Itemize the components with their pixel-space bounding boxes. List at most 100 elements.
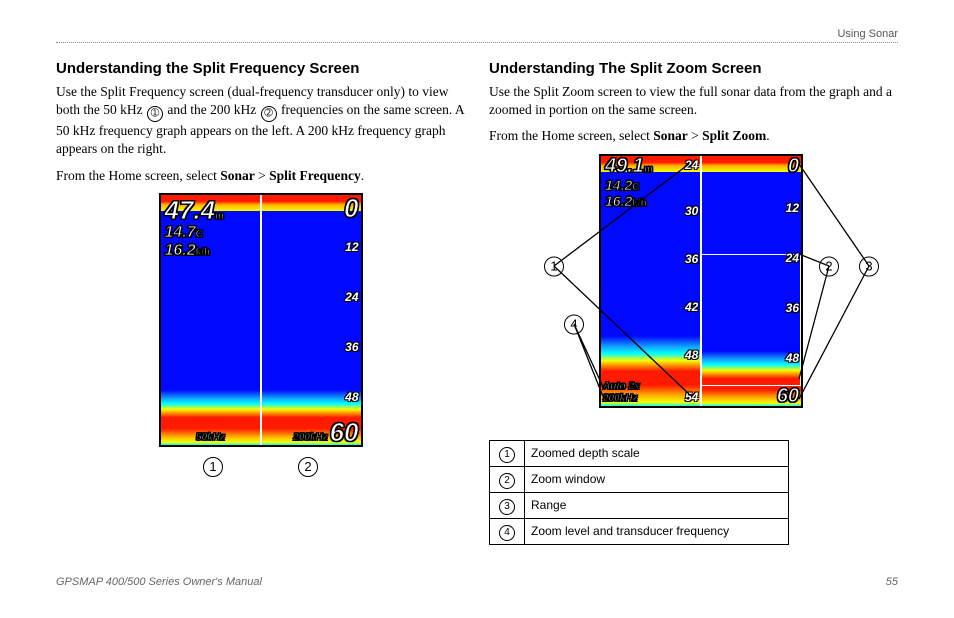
callout-number: 2 [819, 256, 839, 276]
legend-table: 1 Zoomed depth scale 2 Zoom window 3 Ran… [489, 440, 789, 545]
depth-reading: 49.1m [605, 156, 653, 176]
text: > [255, 168, 269, 183]
left-freq-label: 50kHz [196, 433, 225, 443]
legend-text: Range [525, 492, 789, 518]
right-nav-path: From the Home screen, select Sonar > Spl… [489, 127, 898, 145]
depth-tick: 48 [786, 351, 799, 365]
depth-reading: 47.4m [165, 197, 225, 223]
left-tick: 36 [685, 252, 698, 266]
table-row: 4 Zoom level and transducer frequency [490, 518, 789, 544]
legend-text: Zoom window [525, 466, 789, 492]
menu-sonar: Sonar [220, 168, 255, 183]
callout-3: 3 [858, 255, 880, 276]
callout-2: 2 [818, 255, 840, 276]
legend-text: Zoom level and transducer frequency [525, 518, 789, 544]
depth-tick: 36 [345, 340, 358, 354]
left-nav-path: From the Home screen, select Sonar > Spl… [56, 167, 465, 185]
left-top-tick: 24 [685, 158, 698, 172]
legend-number: 1 [490, 440, 525, 466]
text: From the Home screen, select [489, 128, 653, 143]
two-column-layout: Understanding the Split Frequency Screen… [56, 56, 898, 545]
legend-circ: 3 [499, 499, 515, 515]
header-rule [56, 42, 898, 43]
temp-reading: 14.7C [165, 225, 203, 241]
manual-page: Using Sonar Understanding the Split Freq… [0, 0, 954, 618]
legend-circ: 2 [499, 473, 515, 489]
depth-value: 47.4 [165, 195, 216, 225]
left-section-title: Understanding the Split Frequency Screen [56, 60, 465, 77]
left-tick: 48 [685, 348, 698, 362]
callout-2: 2 [298, 457, 318, 477]
depth-unit: m [215, 211, 224, 222]
callout-number: 1 [544, 256, 564, 276]
temp-reading: 14.2C [605, 178, 639, 193]
speed-unit: k/h [632, 198, 646, 209]
left-column: Understanding the Split Frequency Screen… [56, 56, 465, 545]
section-breadcrumb: Using Sonar [837, 28, 898, 40]
depth-tick: 36 [786, 301, 799, 315]
legend-circ: 4 [499, 525, 515, 541]
left-tick: 42 [685, 300, 698, 314]
legend-number: 3 [490, 492, 525, 518]
menu-split-zoom: Split Zoom [702, 128, 766, 143]
menu-sonar: Sonar [653, 128, 688, 143]
speed-value: 16.2 [605, 193, 632, 209]
split-zoom-screenshot: 49.1m 14.2C 16.2k/h 24 30 36 42 48 54 0 … [599, 154, 803, 408]
text: . [766, 128, 769, 143]
pane-divider [700, 156, 702, 406]
footer-manual-title: GPSMAP 400/500 Series Owner's Manual [56, 576, 262, 588]
legend-number: 2 [490, 466, 525, 492]
left-bottom-tick: 54 [685, 390, 698, 404]
zoom-window-box [701, 254, 801, 386]
menu-split-frequency: Split Frequency [269, 168, 361, 183]
range-top: 0 [344, 195, 358, 221]
callout-number: 4 [564, 314, 584, 334]
range-bottom: 60 [330, 419, 359, 445]
temp-value: 14.7 [165, 224, 196, 241]
callout-1: 1 [203, 457, 223, 477]
depth-value: 49.1 [605, 155, 644, 177]
speed-unit: k/h [196, 247, 210, 258]
legend-circ: 1 [499, 447, 515, 463]
right-section-title: Understanding The Split Zoom Screen [489, 60, 898, 77]
right-figure: 49.1m 14.2C 16.2k/h 24 30 36 42 48 54 0 … [489, 154, 898, 434]
callout-4: 4 [563, 313, 585, 334]
footer-page-number: 55 [886, 576, 898, 588]
inline-callout-1: ➀ [147, 106, 163, 122]
temp-unit: C [632, 182, 639, 193]
speed-reading: 16.2k/h [605, 194, 647, 209]
left-figure: 47.4m 14.7C 16.2k/h 0 12 24 36 48 60 50k… [56, 193, 465, 477]
table-row: 3 Range [490, 492, 789, 518]
depth-unit: m [644, 164, 653, 175]
depth-tick: 24 [786, 251, 799, 265]
left-figure-callouts: 1 2 [56, 456, 465, 477]
sonar-surface [701, 156, 801, 172]
right-paragraph: Use the Split Zoom screen to view the fu… [489, 83, 898, 119]
zoom-right-pane [701, 156, 801, 406]
left-paragraph: Use the Split Frequency screen (dual-fre… [56, 83, 465, 159]
depth-tick: 12 [345, 240, 358, 254]
depth-tick: 24 [345, 290, 358, 304]
zoom-level-label: Auto 2x [603, 382, 640, 392]
transducer-freq-label: 200kHz [603, 394, 637, 404]
table-row: 1 Zoomed depth scale [490, 440, 789, 466]
depth-tick: 12 [786, 201, 799, 215]
legend-number: 4 [490, 518, 525, 544]
callout-1: 1 [543, 255, 565, 276]
callout-number: 3 [859, 256, 879, 276]
text: . [361, 168, 364, 183]
range-bottom: 60 [777, 386, 799, 406]
pane-divider [260, 195, 262, 445]
right-freq-label: 200kHz [293, 433, 327, 443]
temp-unit: C [196, 229, 203, 240]
range-top: 0 [788, 156, 799, 176]
split-frequency-screenshot: 47.4m 14.7C 16.2k/h 0 12 24 36 48 60 50k… [159, 193, 363, 447]
legend-text: Zoomed depth scale [525, 440, 789, 466]
left-tick: 30 [685, 204, 698, 218]
speed-reading: 16.2k/h [165, 243, 211, 259]
sonar-200khz-pane [261, 195, 361, 445]
text: > [688, 128, 702, 143]
table-row: 2 Zoom window [490, 466, 789, 492]
text: From the Home screen, select [56, 168, 220, 183]
inline-callout-2: ➁ [261, 106, 277, 122]
